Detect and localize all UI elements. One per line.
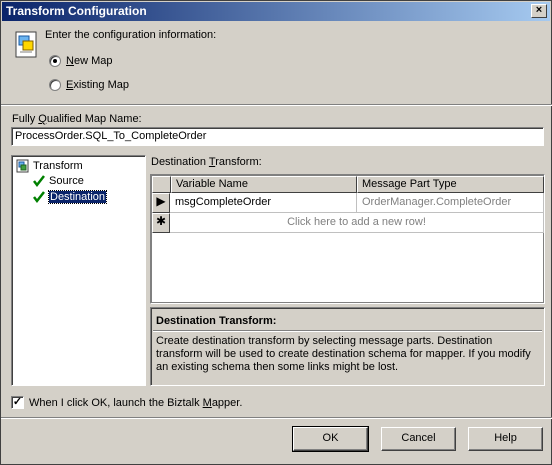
existing-map-radio[interactable]	[49, 79, 61, 91]
launch-mapper-label: When I click OK, launch the Biztalk Mapp…	[29, 396, 243, 409]
title-bar[interactable]: Transform Configuration ×	[2, 2, 550, 21]
wizard-icon	[15, 31, 37, 58]
window-title: Transform Configuration	[6, 4, 147, 18]
bottom-separator	[1, 417, 552, 419]
new-map-label: New Map	[66, 55, 113, 67]
transform-tree[interactable]: Transform Source Destination	[11, 155, 146, 386]
description-title: Destination Transform:	[156, 315, 277, 327]
top-separator	[1, 104, 552, 106]
destination-grid[interactable]: Variable Name Message Part Type ▶ msgCom…	[150, 174, 545, 304]
grid-empty-area	[152, 233, 543, 302]
tree-label-transform: Transform	[33, 160, 83, 172]
grid-corner	[152, 176, 171, 193]
description-separator	[153, 330, 542, 332]
table-cell-variable-name[interactable]: msgCompleteOrder	[170, 193, 357, 213]
map-name-label: Fully Qualified Map Name:	[12, 113, 142, 125]
description-text: Create destination transform by selectin…	[156, 335, 531, 373]
header-instruction: Enter the configuration information:	[45, 29, 217, 41]
tree-item-source[interactable]: Source	[32, 174, 84, 188]
green-check-icon	[33, 191, 45, 204]
transform-node-icon	[16, 159, 29, 173]
destination-transform-label: Destination Transform:	[151, 156, 262, 168]
column-header-variable-name[interactable]: Variable Name	[171, 176, 357, 193]
transform-configuration-dialog: Transform Configuration × Enter the conf…	[0, 0, 552, 465]
tree-item-destination[interactable]: Destination	[32, 190, 108, 204]
tree-item-transform[interactable]: Transform	[16, 159, 83, 173]
map-name-field[interactable]: ProcessOrder.SQL_To_CompleteOrder	[11, 127, 544, 146]
help-button[interactable]: Help	[468, 427, 543, 451]
description-panel: Destination Transform: Create destinatio…	[150, 307, 545, 386]
green-check-icon	[33, 175, 45, 188]
new-map-option[interactable]: New Map	[49, 55, 112, 67]
launch-mapper-checkbox[interactable]: ✓	[11, 396, 24, 409]
launch-mapper-option[interactable]: ✓ When I click OK, launch the Biztalk Ma…	[11, 396, 242, 409]
row-selector-new[interactable]: ✱	[152, 213, 170, 233]
tree-label-destination: Destination	[47, 190, 108, 204]
existing-map-option[interactable]: Existing Map	[49, 79, 129, 91]
table-cell-message-part-type[interactable]: OrderManager.CompleteOrder	[357, 193, 544, 213]
existing-map-label: Existing Map	[66, 79, 129, 91]
column-header-message-part-type[interactable]: Message Part Type	[357, 176, 544, 193]
close-button[interactable]: ×	[531, 4, 547, 18]
new-map-radio[interactable]	[49, 55, 61, 67]
add-new-row-cell[interactable]: Click here to add a new row!	[170, 213, 544, 233]
cancel-button[interactable]: Cancel	[381, 427, 456, 451]
tree-label-source: Source	[49, 175, 84, 187]
ok-button[interactable]: OK	[292, 426, 369, 452]
row-selector-current[interactable]: ▶	[152, 193, 170, 213]
